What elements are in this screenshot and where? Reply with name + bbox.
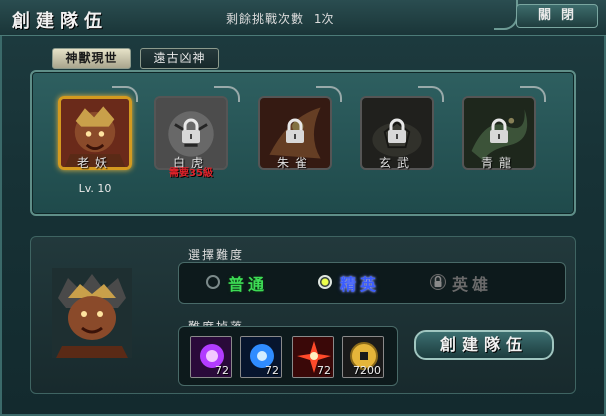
monkey-demon-portrait-icon: [52, 268, 132, 358]
boss-requirement-baihu: 需要35級: [169, 168, 213, 179]
remaining-attempts: 剩餘挑戰次數 1次: [226, 10, 333, 27]
drop-slot[interactable]: 72: [240, 336, 282, 378]
boss-name-zhuque: 朱雀: [276, 156, 313, 170]
drop-quantity: 7200: [353, 364, 381, 377]
lock-icon: [388, 118, 406, 143]
difficulty-elite-radio[interactable]: [318, 275, 332, 289]
tab-ancient-fiends[interactable]: 遠古凶神: [140, 48, 219, 69]
selected-boss-portrait: [52, 268, 132, 358]
lock-icon: [286, 118, 304, 143]
create-team-button[interactable]: 創建隊伍: [414, 330, 554, 360]
drop-quantity: 72: [317, 364, 331, 377]
boss-name-qinglong: 青龍: [480, 156, 517, 170]
drop-slot[interactable]: 72: [190, 336, 232, 378]
lock-icon: [490, 118, 508, 143]
dialog-title: 創建隊伍: [12, 11, 108, 32]
remaining-count: 1次: [313, 12, 334, 26]
difficulty-section-label: 選擇難度: [188, 248, 245, 262]
difficulty-normal-radio[interactable]: [206, 275, 220, 289]
boss-name-xuanwu: 玄武: [378, 156, 415, 170]
tab-divine-beasts[interactable]: 神獸現世: [52, 48, 131, 69]
boss-level-laoyao: Lv. 10: [78, 182, 112, 195]
drop-quantity: 72: [215, 364, 229, 377]
drop-quantity: 72: [265, 364, 279, 377]
lock-icon: [430, 274, 446, 290]
drop-slot[interactable]: 72: [292, 336, 334, 378]
drop-slot[interactable]: 7200: [342, 336, 384, 378]
difficulty-normal-label[interactable]: 普通: [228, 271, 268, 295]
lock-icon: [182, 118, 200, 143]
difficulty-elite-label[interactable]: 精英: [340, 271, 380, 295]
boss-name-laoyao: 老妖: [76, 156, 113, 170]
difficulty-hero-label: 英雄: [452, 275, 493, 294]
remaining-label: 剩餘挑戰次數: [226, 12, 305, 26]
close-button[interactable]: 關閉: [516, 4, 598, 28]
